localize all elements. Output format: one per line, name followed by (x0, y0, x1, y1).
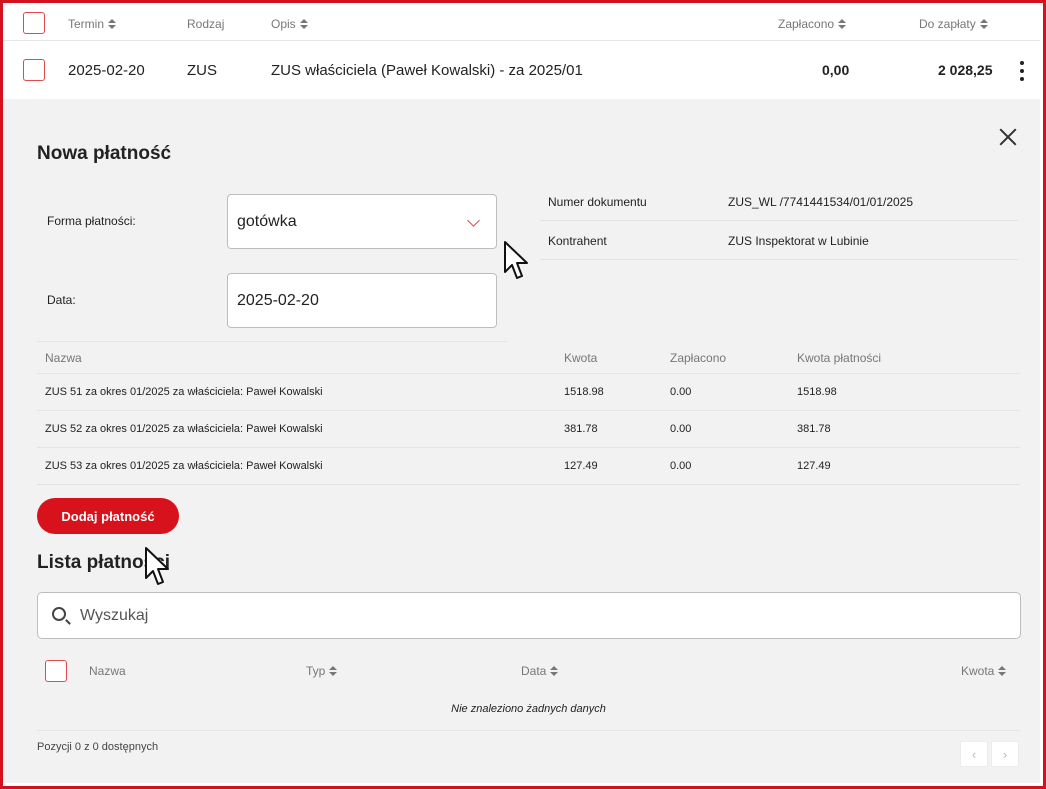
sort-icon (550, 665, 559, 677)
empty-message: Nie znaleziono żadnych danych (451, 703, 606, 715)
list-select-all-checkbox[interactable] (45, 660, 67, 682)
divider (37, 410, 1020, 411)
select-all-checkbox[interactable] (23, 12, 45, 34)
search-icon (52, 607, 66, 621)
mouse-cursor-icon (145, 547, 169, 585)
more-options-icon[interactable] (1019, 61, 1025, 81)
date-value: 2025-02-20 (237, 291, 319, 309)
row-rodzaj: ZUS (187, 62, 217, 79)
doc-number-label: Numer dokumentu (548, 195, 647, 209)
payments-table-header: Termin Rodzaj Opis Zapłacono Do zapłaty (3, 3, 1040, 41)
column-zaplacono[interactable]: Zapłacono (778, 17, 847, 31)
item-nazwa: ZUS 52 za okres 01/2025 za właściciela: … (45, 423, 323, 435)
items-column-nazwa: Nazwa (45, 351, 82, 365)
divider (540, 220, 1018, 221)
list-column-nazwa: Nazwa (89, 664, 126, 678)
column-rodzaj: Rodzaj (187, 17, 224, 31)
divider (37, 484, 1020, 485)
column-do-zaplaty-label: Do zapłaty (919, 17, 976, 31)
search-input[interactable] (80, 605, 980, 627)
item-kwota: 1518.98 (564, 386, 604, 398)
sort-icon (979, 18, 988, 30)
chevron-down-icon (467, 214, 480, 227)
payment-form-value: gotówka (237, 212, 297, 230)
item-kwota: 127.49 (564, 460, 598, 472)
panel-title: Nowa płatność (37, 143, 172, 164)
divider (37, 447, 1020, 448)
divider (37, 730, 1020, 731)
sort-icon (108, 18, 117, 30)
row-checkbox[interactable] (23, 59, 45, 81)
add-payment-button[interactable]: Dodaj płatność (37, 498, 179, 534)
row-zaplacono: 0,00 (822, 62, 850, 78)
contractor-value: ZUS Inspektorat w Lubinie (728, 234, 869, 248)
item-kwota-platnosci: 381.78 (797, 423, 831, 435)
item-zaplacono: 0.00 (670, 423, 692, 435)
close-icon[interactable] (997, 126, 1019, 148)
sort-icon (329, 665, 338, 677)
item-zaplacono: 0.00 (670, 460, 692, 472)
column-termin[interactable]: Termin (68, 17, 117, 31)
mouse-cursor-icon (504, 241, 528, 279)
list-column-kwota-label: Kwota (961, 664, 995, 678)
column-opis[interactable]: Opis (271, 17, 308, 31)
sort-icon (299, 18, 308, 30)
divider (540, 259, 1018, 260)
column-do-zaplaty[interactable]: Do zapłaty (919, 17, 988, 31)
item-zaplacono: 0.00 (670, 386, 692, 398)
column-termin-label: Termin (68, 17, 105, 31)
date-label: Data: (47, 293, 76, 307)
item-nazwa: ZUS 51 za okres 01/2025 za właściciela: … (45, 386, 323, 398)
list-column-kwota[interactable]: Kwota (961, 664, 1007, 678)
items-column-kwota: Kwota (564, 351, 598, 365)
row-opis: ZUS właściciela (Paweł Kowalski) - za 20… (271, 62, 583, 79)
search-field[interactable] (37, 592, 1021, 639)
items-column-kwota-platnosci: Kwota płatności (797, 351, 882, 365)
date-input[interactable]: 2025-02-20 (227, 273, 497, 328)
item-nazwa: ZUS 53 za okres 01/2025 za właściciela: … (45, 460, 323, 472)
column-zaplacono-label: Zapłacono (778, 17, 835, 31)
prev-page-button[interactable]: ‹ (960, 741, 988, 767)
next-page-button[interactable]: › (991, 741, 1019, 767)
sort-icon (838, 18, 847, 30)
item-kwota-platnosci: 127.49 (797, 460, 831, 472)
items-column-zaplacono: Zapłacono (670, 351, 727, 365)
payment-form-select[interactable]: gotówka (227, 194, 497, 249)
column-rodzaj-label: Rodzaj (187, 17, 225, 31)
doc-number-value: ZUS_WL /7741441534/01/01/2025 (728, 195, 914, 209)
row-do-zaplaty: 2 028,25 (938, 62, 993, 78)
item-kwota-platnosci: 1518.98 (797, 386, 837, 398)
list-column-data[interactable]: Data (521, 664, 559, 678)
divider (37, 373, 1020, 374)
pagination-count: Pozycji 0 z 0 dostępnych (37, 741, 159, 753)
contractor-label: Kontrahent (548, 234, 607, 248)
sort-icon (998, 665, 1007, 677)
row-termin: 2025-02-20 (68, 62, 145, 79)
list-column-nazwa-label: Nazwa (89, 664, 126, 678)
payment-form-label: Forma płatności: (47, 214, 136, 228)
item-kwota: 381.78 (564, 423, 598, 435)
list-column-data-label: Data (521, 664, 547, 678)
column-opis-label: Opis (271, 17, 296, 31)
list-column-typ[interactable]: Typ (306, 664, 338, 678)
table-row[interactable]: 2025-02-20 ZUS ZUS właściciela (Paweł Ko… (3, 41, 1040, 99)
list-column-typ-label: Typ (306, 664, 326, 678)
